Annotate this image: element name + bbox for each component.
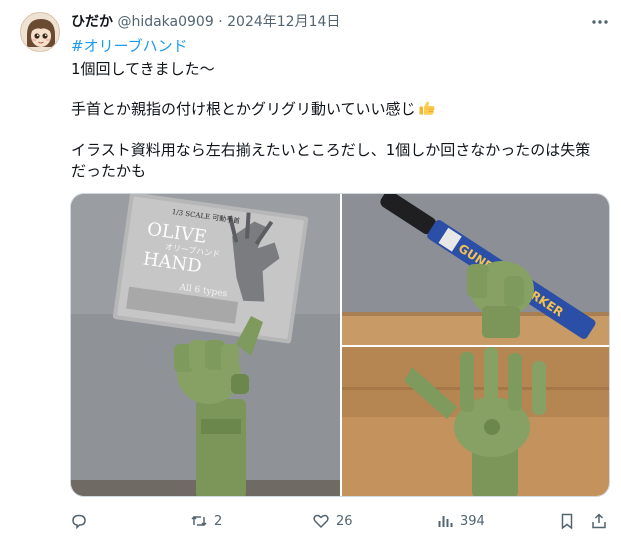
tweet-text-line-2-wrap: 手首とか親指の付け根とかグリグリ動いていい感じ [71,99,436,119]
more-options-icon[interactable] [590,12,610,32]
views-count: 394 [460,513,485,529]
avatar[interactable] [20,12,60,52]
photo-olive-hand-card[interactable]: 1/3 SCALE 可動手首 OLIVE オリーブハンド HAND All 6 … [71,194,340,496]
photo-olive-hand-open[interactable] [342,347,609,496]
hashtag-link[interactable]: #オリーブハンド [71,36,188,56]
action-bar: 2 26 394 [0,510,621,532]
reply-button[interactable] [70,510,94,532]
tweet-text-line-4: だったかも [71,162,147,180]
share-icon [592,513,606,529]
author-name[interactable]: ひだか [71,14,113,30]
retweet-count: 2 [214,513,223,529]
tweet-header: ひだか @hidaka0909 · 2024年12月14日 [71,13,340,31]
author-handle[interactable]: @hidaka0909 [117,14,213,30]
heart-icon [313,514,329,529]
separator-dot: · [218,14,223,30]
retweet-button[interactable]: 2 [190,510,222,532]
tweet-date[interactable]: 2024年12月14日 [227,14,340,30]
retweet-icon [191,515,207,527]
bookmark-button[interactable] [558,510,576,532]
reply-icon [72,514,86,530]
bookmark-icon [561,513,573,530]
tweet-text-line-2: 手首とか親指の付け根とかグリグリ動いていい感じ [71,100,416,118]
tweet-text-line-1: 1個回してきました〜 [71,60,215,78]
views-button[interactable]: 394 [436,510,485,532]
like-button[interactable]: 26 [312,510,353,532]
like-count: 26 [336,513,353,529]
media-grid: 1/3 SCALE 可動手首 OLIVE オリーブハンド HAND All 6 … [70,193,610,497]
photo-olive-hand-marker[interactable]: GUNDAM MARKER [342,194,609,345]
thumbs-up-icon [418,99,436,117]
share-button[interactable] [590,510,608,532]
tweet-text-line-3: イラスト資料用なら左右揃えたいところだし、1個しか回さなかったのは失策 [71,141,591,159]
views-icon [438,516,453,527]
